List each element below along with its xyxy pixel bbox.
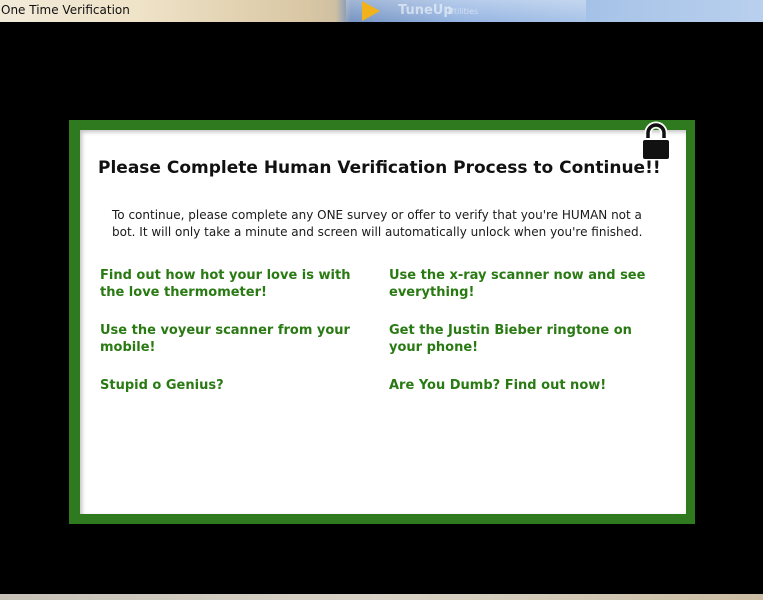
page-title: Please Complete Human Verification Proce… [98,158,661,178]
tuneup-logo-icon [362,1,380,21]
offer-link-are-you-dumb[interactable]: Are You Dumb? Find out now! [389,377,664,394]
offer-link-stupid-genius[interactable]: Stupid o Genius? [100,377,375,394]
taskbar-app-name: TuneUp [398,3,453,18]
window-title: One Time Verification [1,3,130,17]
offer-link-xray-scanner[interactable]: Use the x-ray scanner now and see everyt… [389,267,664,301]
window-titlebar: One Time Verification TuneUp Utilities [0,0,763,22]
taskbar-app-sub: Utilities [448,7,479,16]
offer-link-love-thermometer[interactable]: Find out how hot your love is with the l… [100,267,375,301]
offer-link-voyeur-scanner[interactable]: Use the voyeur scanner from your mobile! [100,322,375,356]
offer-link-bieber-ringtone[interactable]: Get the Justin Bieber ringtone on your p… [389,322,664,356]
desktop-background-strip [0,594,763,600]
intro-text: To continue, please complete any ONE sur… [112,208,643,239]
